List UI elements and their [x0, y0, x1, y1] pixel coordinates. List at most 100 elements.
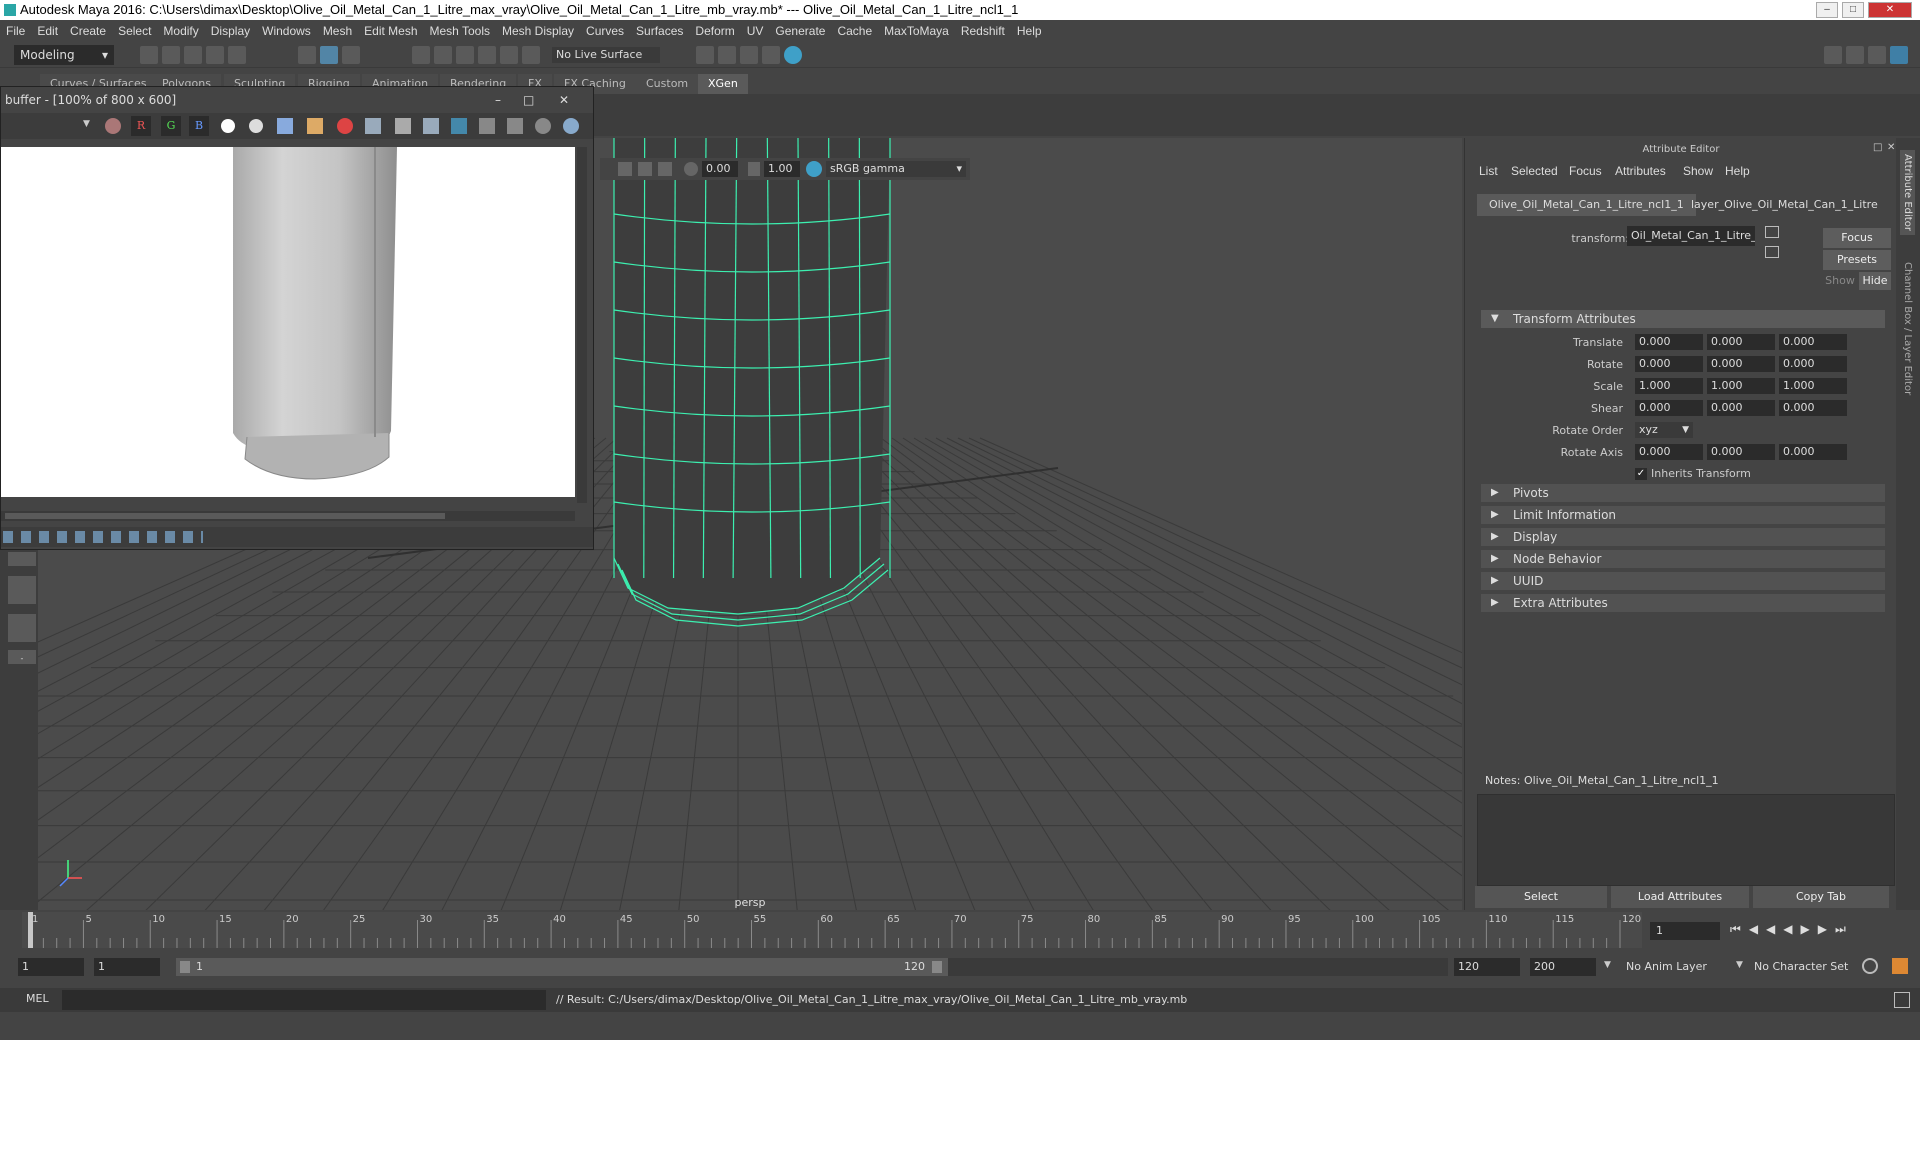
section-node-behavior[interactable]: ▶ Node Behavior [1481, 550, 1885, 568]
open-scene-icon[interactable] [162, 46, 180, 64]
rotate-axis-x-field[interactable]: 0.000 [1635, 444, 1703, 460]
frame-selected-icon[interactable] [638, 162, 652, 176]
layout-four-panes-icon[interactable] [8, 614, 36, 642]
focus-button[interactable]: Focus [1823, 228, 1891, 248]
region-render-icon[interactable] [365, 118, 381, 134]
menu-maxtomaya[interactable]: MaxToMaya [878, 24, 955, 38]
select-button[interactable]: Select [1475, 886, 1607, 908]
range-slider-track[interactable] [948, 958, 1448, 976]
render-view-hscroll[interactable] [1, 511, 575, 521]
history-icon[interactable] [479, 118, 495, 134]
channel-box-toggle-icon[interactable] [1890, 46, 1908, 64]
render-frame-icon[interactable] [718, 46, 736, 64]
script-language-toggle[interactable]: MEL [26, 992, 49, 1005]
current-frame-field[interactable]: 1 [1650, 922, 1720, 940]
hypershade-icon[interactable] [784, 46, 802, 64]
script-editor-icon[interactable] [1894, 992, 1910, 1008]
translate-z-field[interactable]: 0.000 [1779, 334, 1847, 350]
menu-surfaces[interactable]: Surfaces [630, 24, 689, 38]
select-by-hierarchy-icon[interactable] [320, 46, 338, 64]
play-back-icon[interactable]: ◀ [1783, 922, 1800, 936]
clear-image-icon[interactable] [337, 118, 353, 134]
rendered-image[interactable] [1, 147, 575, 497]
layout-single-icon[interactable] [8, 552, 36, 566]
menu-select[interactable]: Select [112, 24, 157, 38]
shelf-tab-custom[interactable]: Custom [636, 74, 699, 94]
color-space-select[interactable]: sRGB gamma ▾ [826, 161, 966, 177]
time-ruler[interactable]: 1 5 10 15 20 25 30 35 40 45 50 55 60 65 70 75 80 85 90 95 10… [22, 912, 1642, 948]
step-forward-icon[interactable]: ▶ [1818, 922, 1835, 936]
menu-curves[interactable]: Curves [580, 24, 630, 38]
ae-menu-focus[interactable]: Focus [1569, 164, 1602, 178]
undo-icon[interactable] [206, 46, 224, 64]
anim-start-field[interactable]: 1 [18, 958, 84, 976]
render-settings-icon[interactable] [696, 46, 714, 64]
green-channel-button[interactable]: G [161, 116, 181, 136]
new-scene-icon[interactable] [140, 46, 158, 64]
rotate-x-field[interactable]: 0.000 [1635, 356, 1703, 372]
section-extra-attributes[interactable]: ▶ Extra Attributes [1481, 594, 1885, 612]
ae-menu-list[interactable]: List [1479, 164, 1498, 178]
close-icon[interactable]: ✕ [559, 87, 569, 113]
translate-x-field[interactable]: 0.000 [1635, 334, 1703, 350]
color-management-icon[interactable] [806, 161, 822, 177]
rgb-channels-icon[interactable] [105, 118, 121, 134]
can-mesh[interactable] [614, 138, 890, 614]
range-end-handle[interactable] [932, 961, 942, 973]
blue-channel-button[interactable]: B [189, 116, 209, 136]
settings-icon[interactable] [395, 118, 411, 134]
range-start-handle[interactable] [180, 961, 190, 973]
dropdown-arrow-icon[interactable]: ▼ [83, 119, 90, 129]
section-transform-attributes[interactable]: ▼ Transform Attributes [1481, 310, 1885, 328]
rotate-y-field[interactable]: 0.000 [1707, 356, 1775, 372]
play-forward-icon[interactable]: ▶ [1801, 922, 1818, 936]
snapshot-icon[interactable] [507, 118, 523, 134]
go-to-input-icon[interactable] [1765, 226, 1779, 238]
hide-button[interactable]: Hide [1859, 272, 1891, 290]
menu-uv[interactable]: UV [741, 24, 770, 38]
exposure-icon[interactable] [684, 162, 698, 176]
modeling-toolkit-icon[interactable] [1846, 46, 1864, 64]
snap-grid-icon[interactable] [412, 46, 430, 64]
close-panel-icon[interactable]: ✕ [1887, 142, 1895, 153]
section-pivots[interactable]: ▶ Pivots [1481, 484, 1885, 502]
menu-file[interactable]: File [0, 24, 31, 38]
snap-surface-icon[interactable] [500, 46, 518, 64]
teapot-icon[interactable] [423, 118, 439, 134]
alpha-channel-icon[interactable] [221, 119, 235, 133]
lens-icon[interactable] [535, 118, 551, 134]
shear-x-field[interactable]: 0.000 [1635, 400, 1703, 416]
open-image-icon[interactable] [307, 118, 323, 134]
rotate-axis-y-field[interactable]: 0.000 [1707, 444, 1775, 460]
shear-z-field[interactable]: 0.000 [1779, 400, 1847, 416]
menu-mesh-tools[interactable]: Mesh Tools [424, 24, 496, 38]
select-by-component-icon[interactable] [342, 46, 360, 64]
shelf-tab-xgen[interactable]: XGen [698, 74, 748, 94]
maximize-button[interactable]: □ [1842, 2, 1864, 18]
close-button[interactable]: ✕ [1868, 2, 1912, 18]
menu-cache[interactable]: Cache [831, 24, 878, 38]
hscroll-thumb[interactable] [5, 513, 445, 519]
dropdown-arrow-icon[interactable]: ▼ [1604, 960, 1611, 970]
go-to-start-icon[interactable]: ⏮ [1730, 922, 1749, 936]
live-surface-field[interactable]: No Live Surface [552, 47, 660, 63]
load-attributes-button[interactable]: Load Attributes [1611, 886, 1749, 908]
menu-display[interactable]: Display [205, 24, 256, 38]
compare-icon[interactable] [451, 118, 467, 134]
redo-icon[interactable] [228, 46, 246, 64]
copy-tab-button[interactable]: Copy Tab [1753, 886, 1889, 908]
inherits-transform-checkbox[interactable]: ✓ [1635, 468, 1647, 480]
menu-edit[interactable]: Edit [31, 24, 64, 38]
ipr-render-icon[interactable] [740, 46, 758, 64]
layout-two-panes-icon[interactable] [8, 576, 36, 604]
go-to-end-icon[interactable]: ⏭ [1835, 922, 1854, 936]
collapse-icon[interactable]: - [8, 654, 36, 663]
show-button[interactable]: Show [1823, 272, 1857, 290]
character-set-select[interactable]: No Character Set [1748, 958, 1868, 976]
anim-end-field[interactable]: 200 [1530, 958, 1596, 976]
red-channel-button[interactable]: R [131, 116, 151, 136]
scale-x-field[interactable]: 1.000 [1635, 378, 1703, 394]
auto-key-icon[interactable] [1862, 958, 1878, 974]
snap-point-icon[interactable] [456, 46, 474, 64]
ae-menu-show[interactable]: Show [1683, 164, 1713, 178]
